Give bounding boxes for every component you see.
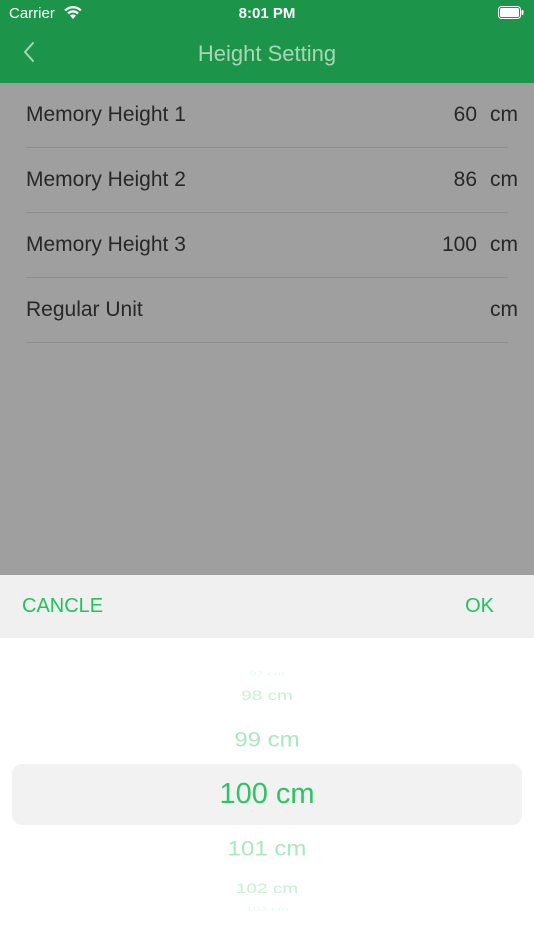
- row-value-group: cm: [477, 298, 518, 322]
- row-unit: cm: [490, 298, 518, 321]
- row-value: 86: [453, 168, 477, 191]
- memory-height-2-row[interactable]: Memory Height 2 86 cm: [26, 148, 518, 213]
- row-value-group: 100 cm: [442, 233, 518, 257]
- row-value: 60: [453, 103, 477, 126]
- status-bar: Carrier 8:01 PM: [0, 0, 534, 28]
- memory-height-1-row[interactable]: Memory Height 1 60 cm: [26, 83, 518, 148]
- ok-button[interactable]: OK: [465, 595, 494, 618]
- row-label: Memory Height 1: [26, 103, 186, 126]
- row-value: 100: [441, 233, 477, 256]
- header: Carrier 8:01 PM Height Setting: [0, 0, 534, 83]
- row-unit: cm: [490, 103, 518, 126]
- nav-bar: Height Setting: [0, 28, 534, 83]
- height-picker-wheel[interactable]: 97 cm 98 cm 99 cm 100 cm 101 cm 102 cm 1…: [0, 638, 534, 950]
- row-label: Memory Height 2: [26, 168, 186, 191]
- settings-list: Memory Height 1 60 cm Memory Height 2 86…: [0, 83, 534, 343]
- status-time: 8:01 PM: [238, 5, 296, 22]
- row-unit: cm: [490, 168, 518, 191]
- picker-option-selected[interactable]: 100 cm: [0, 778, 534, 811]
- picker-toolbar: CANCLE OK: [0, 575, 534, 638]
- picker-option[interactable]: 97 cm: [0, 670, 534, 677]
- picker-option[interactable]: 102 cm: [0, 881, 534, 898]
- cancel-button[interactable]: CANCLE: [22, 595, 103, 618]
- row-value-group: 86 cm: [454, 168, 518, 192]
- row-unit: cm: [490, 233, 518, 256]
- battery-icon: [498, 6, 524, 19]
- picker-option[interactable]: 101 cm: [0, 836, 534, 861]
- page-title: Height Setting: [197, 41, 337, 66]
- regular-unit-row[interactable]: Regular Unit cm: [26, 278, 518, 343]
- picker-option[interactable]: 99 cm: [0, 727, 534, 752]
- picker-option[interactable]: 98 cm: [0, 688, 534, 705]
- row-label: Regular Unit: [26, 298, 143, 321]
- row-value-group: 60 cm: [454, 103, 518, 127]
- row-label: Memory Height 3: [26, 233, 186, 256]
- memory-height-3-row[interactable]: Memory Height 3 100 cm: [26, 213, 518, 278]
- height-setting-screen: Carrier 8:01 PM Height Setting Memory He…: [0, 0, 534, 950]
- picker-option[interactable]: 103 cm: [0, 905, 534, 912]
- picker-sheet: CANCLE OK 97 cm 98 cm 99 cm 100 cm 101 c…: [0, 575, 534, 950]
